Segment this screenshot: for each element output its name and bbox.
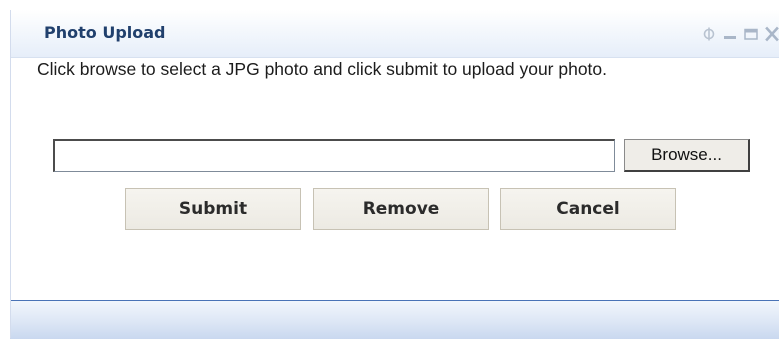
portlet-titlebar: Photo Upload: [11, 10, 779, 58]
config-icon[interactable]: [702, 26, 716, 42]
browse-button[interactable]: Browse...: [624, 139, 750, 172]
portlet-title: Photo Upload: [44, 23, 166, 42]
remove-button[interactable]: Remove: [313, 188, 489, 230]
portlet-footer: [11, 300, 779, 339]
window-controls: [702, 24, 779, 44]
portlet-body: [11, 58, 779, 300]
submit-button[interactable]: Submit: [125, 188, 301, 230]
upload-instructions: Click browse to select a JPG photo and c…: [37, 59, 608, 79]
minimize-icon[interactable]: [723, 26, 737, 42]
maximize-icon[interactable]: [744, 26, 758, 42]
photo-upload-portlet: Photo Upload Click browse to select a JP…: [10, 10, 779, 339]
file-path-input[interactable]: [53, 139, 615, 172]
cancel-button[interactable]: Cancel: [500, 188, 676, 230]
close-icon[interactable]: [765, 26, 779, 42]
